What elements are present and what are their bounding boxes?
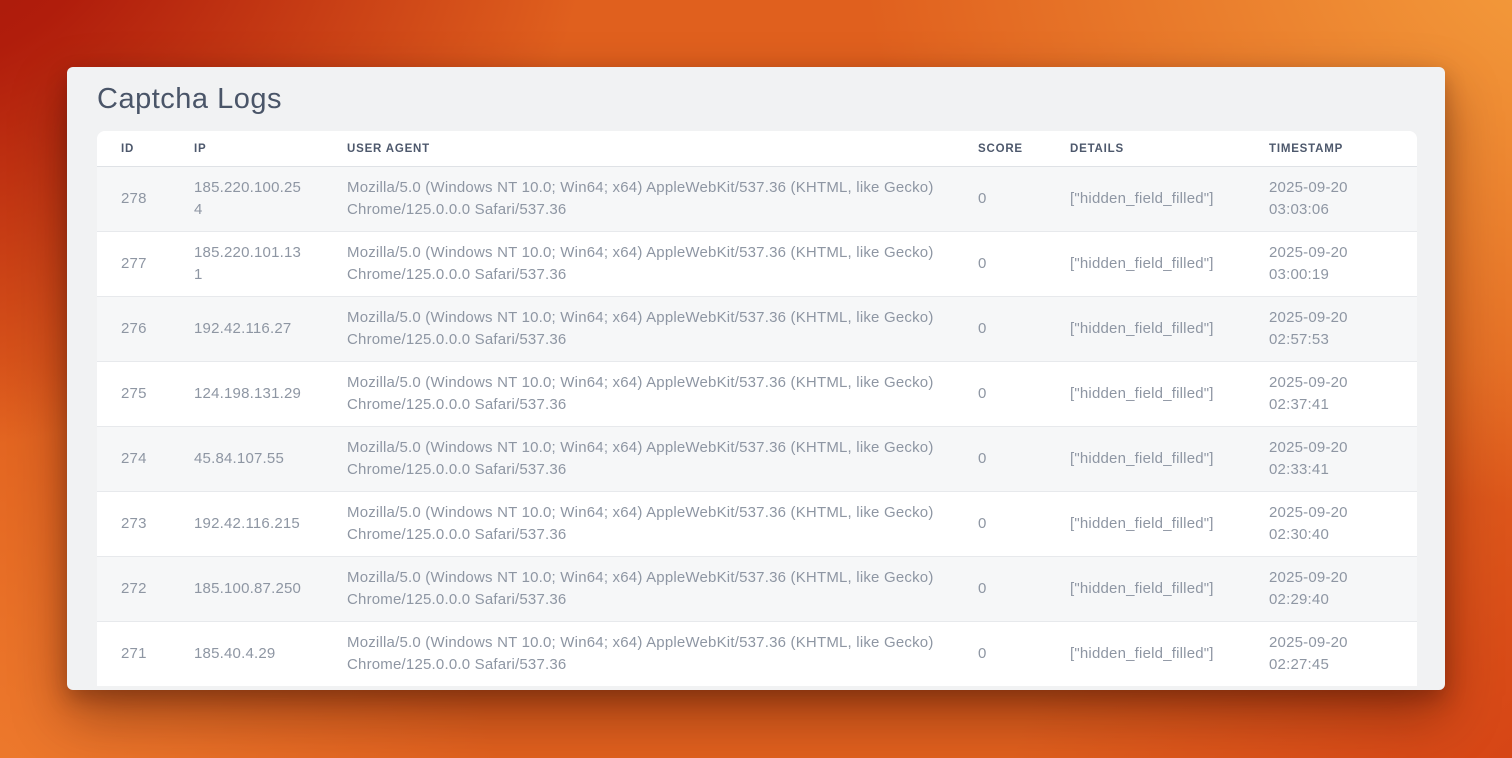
cell-ip: 185.220.101.131 [170,232,323,297]
column-header-timestamp: TIMESTAMP [1245,131,1417,167]
cell-user-agent: Mozilla/5.0 (Windows NT 10.0; Win64; x64… [323,557,954,622]
page-title: Captcha Logs [67,67,1445,131]
cell-ip: 124.198.131.29 [170,362,323,427]
cell-id: 278 [97,167,170,232]
cell-score: 0 [954,297,1046,362]
cell-score: 0 [954,622,1046,687]
cell-score: 0 [954,362,1046,427]
cell-timestamp: 2025-09-20 02:29:40 [1245,557,1417,622]
table-row: 271 185.40.4.29 Mozilla/5.0 (Windows NT … [97,622,1417,687]
cell-user-agent: Mozilla/5.0 (Windows NT 10.0; Win64; x64… [323,362,954,427]
cell-score: 0 [954,167,1046,232]
cell-details: ["hidden_field_filled"] [1046,167,1245,232]
cell-id: 277 [97,232,170,297]
cell-score: 0 [954,427,1046,492]
table-row: 272 185.100.87.250 Mozilla/5.0 (Windows … [97,557,1417,622]
table-row: 276 192.42.116.27 Mozilla/5.0 (Windows N… [97,297,1417,362]
cell-id: 273 [97,492,170,557]
cell-timestamp: 2025-09-20 02:57:53 [1245,297,1417,362]
cell-details: ["hidden_field_filled"] [1046,427,1245,492]
cell-timestamp: 2025-09-20 02:30:40 [1245,492,1417,557]
table-row: 278 185.220.100.254 Mozilla/5.0 (Windows… [97,167,1417,232]
logs-table-panel: ID IP USER AGENT SCORE DETAILS TIMESTAMP… [97,131,1417,686]
table-row: 274 45.84.107.55 Mozilla/5.0 (Windows NT… [97,427,1417,492]
cell-ip: 45.84.107.55 [170,427,323,492]
cell-details: ["hidden_field_filled"] [1046,557,1245,622]
cell-user-agent: Mozilla/5.0 (Windows NT 10.0; Win64; x64… [323,622,954,687]
cell-id: 276 [97,297,170,362]
cell-id: 272 [97,557,170,622]
cell-user-agent: Mozilla/5.0 (Windows NT 10.0; Win64; x64… [323,232,954,297]
table-row: 277 185.220.101.131 Mozilla/5.0 (Windows… [97,232,1417,297]
cell-score: 0 [954,557,1046,622]
column-header-user-agent: USER AGENT [323,131,954,167]
cell-user-agent: Mozilla/5.0 (Windows NT 10.0; Win64; x64… [323,297,954,362]
cell-details: ["hidden_field_filled"] [1046,362,1245,427]
cell-ip: 192.42.116.27 [170,297,323,362]
cell-ip: 192.42.116.215 [170,492,323,557]
cell-details: ["hidden_field_filled"] [1046,492,1245,557]
captcha-logs-card: Captcha Logs ID IP USER AGENT SCORE DETA… [67,67,1445,690]
cell-ip: 185.100.87.250 [170,557,323,622]
cell-details: ["hidden_field_filled"] [1046,297,1245,362]
cell-ip: 185.220.100.254 [170,167,323,232]
cell-timestamp: 2025-09-20 03:03:06 [1245,167,1417,232]
captcha-logs-table: ID IP USER AGENT SCORE DETAILS TIMESTAMP… [97,131,1417,686]
cell-id: 274 [97,427,170,492]
cell-user-agent: Mozilla/5.0 (Windows NT 10.0; Win64; x64… [323,492,954,557]
cell-timestamp: 2025-09-20 02:33:41 [1245,427,1417,492]
cell-details: ["hidden_field_filled"] [1046,622,1245,687]
cell-timestamp: 2025-09-20 02:37:41 [1245,362,1417,427]
table-header-row: ID IP USER AGENT SCORE DETAILS TIMESTAMP [97,131,1417,167]
column-header-details: DETAILS [1046,131,1245,167]
cell-id: 271 [97,622,170,687]
column-header-id: ID [97,131,170,167]
table-row: 273 192.42.116.215 Mozilla/5.0 (Windows … [97,492,1417,557]
column-header-ip: IP [170,131,323,167]
cell-user-agent: Mozilla/5.0 (Windows NT 10.0; Win64; x64… [323,427,954,492]
cell-details: ["hidden_field_filled"] [1046,232,1245,297]
cell-id: 275 [97,362,170,427]
cell-score: 0 [954,492,1046,557]
table-row: 275 124.198.131.29 Mozilla/5.0 (Windows … [97,362,1417,427]
cell-user-agent: Mozilla/5.0 (Windows NT 10.0; Win64; x64… [323,167,954,232]
cell-timestamp: 2025-09-20 03:00:19 [1245,232,1417,297]
cell-timestamp: 2025-09-20 02:27:45 [1245,622,1417,687]
cell-score: 0 [954,232,1046,297]
cell-ip: 185.40.4.29 [170,622,323,687]
column-header-score: SCORE [954,131,1046,167]
